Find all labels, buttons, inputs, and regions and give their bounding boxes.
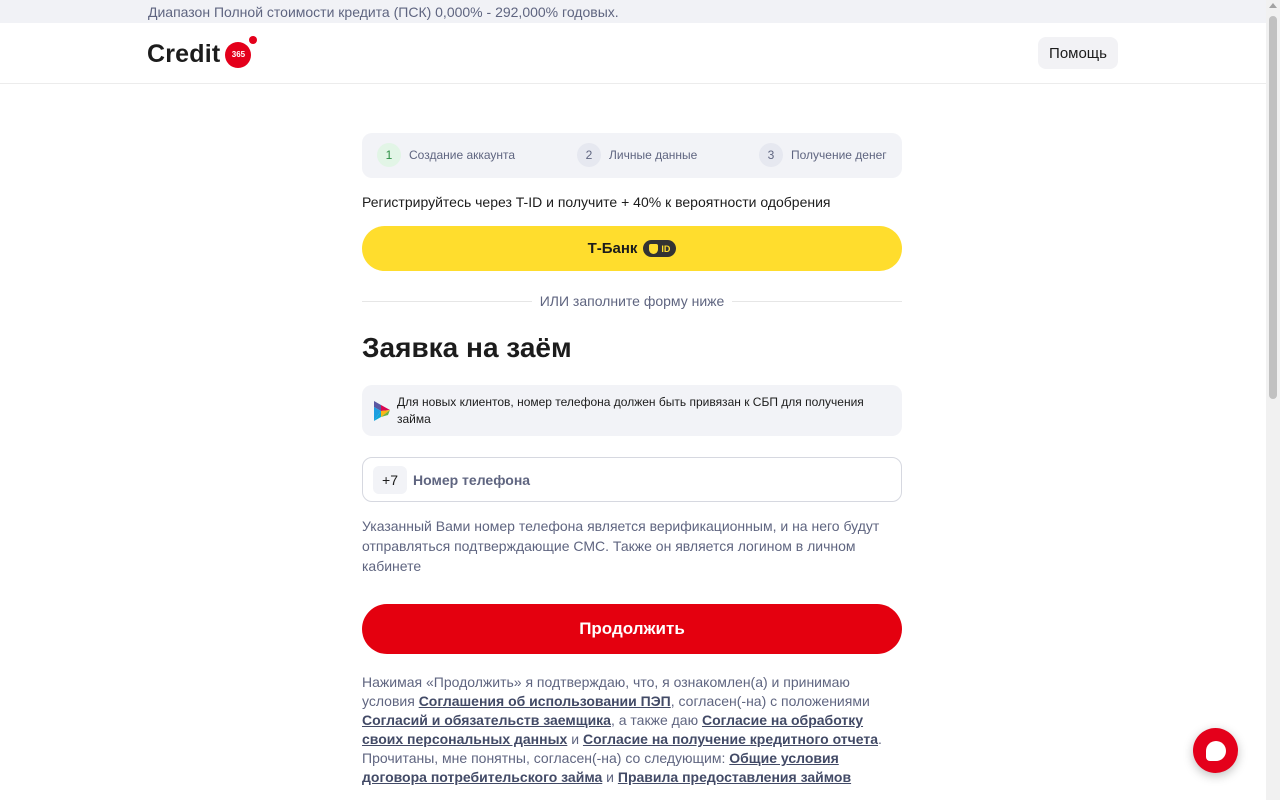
phone-input[interactable] [413, 466, 883, 494]
scrollbar-thumb[interactable] [1269, 16, 1277, 399]
or-divider-text: ИЛИ заполните форму ниже [531, 293, 733, 309]
loan-rules-link[interactable]: Правила предоставления займов [618, 769, 851, 785]
or-divider: ИЛИ заполните форму ниже [362, 293, 902, 311]
help-button[interactable]: Помощь [1038, 37, 1118, 69]
logo-badge-text: 365 [231, 50, 246, 59]
step-number: 2 [577, 143, 601, 167]
legal-text: и [567, 731, 583, 747]
credit365-logo[interactable]: Credit 365 [147, 35, 258, 69]
progress-steps: 1 Создание аккаунта 2 Личные данные 3 По… [362, 133, 902, 178]
step-label: Личные данные [609, 148, 698, 162]
tbank-button-label: Т-Банк [587, 240, 638, 257]
continue-button[interactable]: Продолжить [362, 604, 902, 654]
shield-icon [649, 243, 659, 254]
legal-text: , а также даю [610, 712, 702, 728]
phone-hint: Указанный Вами номер телефона является в… [362, 518, 880, 574]
sbp-logo-icon [374, 401, 390, 421]
tid-badge: ID [643, 240, 677, 257]
legal-consent-text: Нажимая «Продолжить» я подтверждаю, что,… [362, 673, 902, 787]
tid-promo-text: Регистрируйтесь через T-ID и получите + … [362, 194, 831, 210]
phone-country-code: +7 [373, 466, 407, 494]
sbp-notice: Для новых клиентов, номер телефона долже… [362, 385, 902, 436]
step-number: 1 [377, 143, 401, 167]
phone-field[interactable]: +7 [362, 457, 902, 502]
legal-text: и [602, 769, 618, 785]
tid-badge-label: ID [661, 243, 671, 254]
logo-wordmark: Credit [147, 40, 221, 68]
psk-banner: Диапазон Полной стоимости кредита (ПСК) … [0, 0, 1266, 23]
page-scrollbar[interactable] [1266, 0, 1280, 800]
pep-agreement-link[interactable]: Соглашения об использовании ПЭП [419, 693, 671, 709]
step-create-account: 1 Создание аккаунта [377, 143, 515, 167]
site-header: Credit 365 Помощь [0, 23, 1266, 84]
psk-banner-text: Диапазон Полной стоимости кредита (ПСК) … [148, 4, 619, 20]
chat-icon [1205, 740, 1226, 761]
step-number: 3 [759, 143, 783, 167]
step-get-money: 3 Получение денег [759, 143, 887, 167]
borrower-obligations-link[interactable]: Согласий и обязательств заемщика [362, 712, 611, 728]
chat-button[interactable] [1193, 728, 1238, 773]
sbp-notice-text: Для новых клиентов, номер телефона долже… [397, 395, 864, 426]
logo-badge: 365 [225, 35, 258, 68]
scroll-up-arrow-icon[interactable] [1269, 3, 1277, 8]
legal-text: , согласен(-на) с положениями [670, 693, 870, 709]
step-label: Создание аккаунта [409, 148, 516, 162]
credit-report-consent-link[interactable]: Согласие на получение кредитного отчета [583, 731, 878, 747]
step-personal-data: 2 Личные данные [577, 143, 697, 167]
page-title: Заявка на заём [362, 332, 572, 363]
logo-dot [249, 35, 258, 44]
step-label: Получение денег [791, 148, 887, 162]
tbank-id-button[interactable]: Т-Банк ID [362, 226, 902, 271]
